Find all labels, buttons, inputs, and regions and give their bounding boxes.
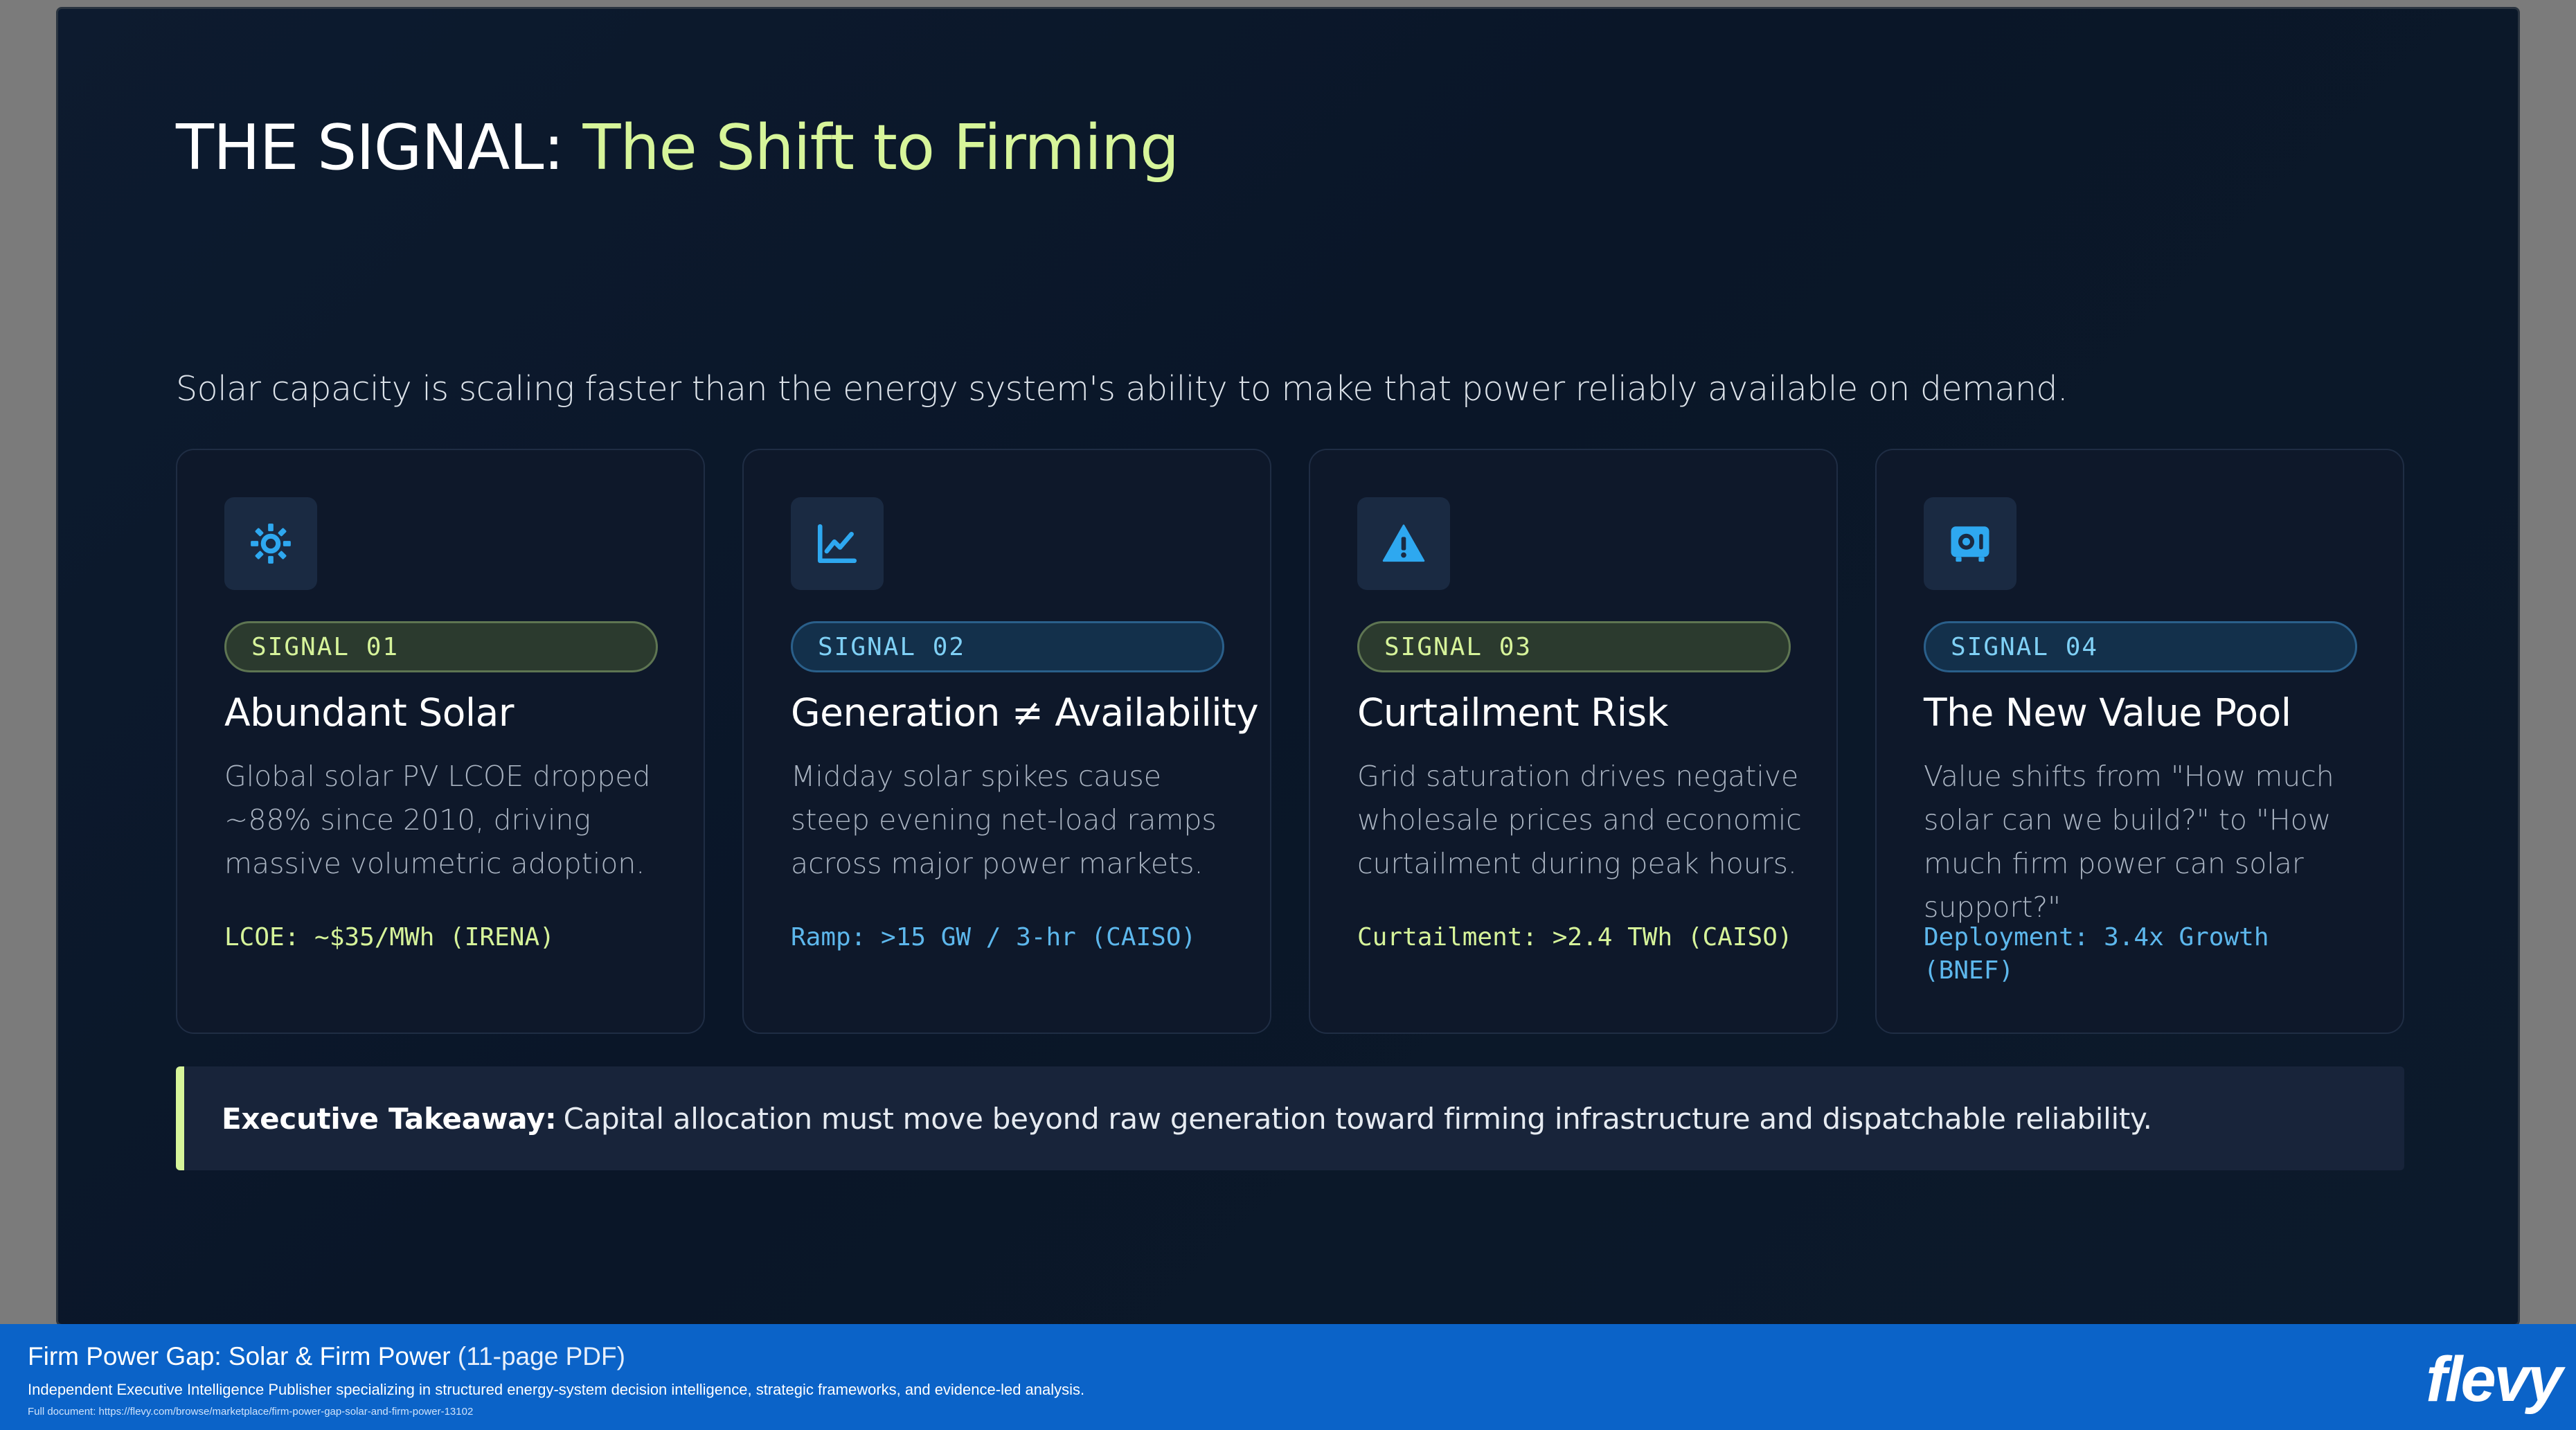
sun-gear-icon — [251, 524, 291, 564]
card-description: Midday solar spikes cause steep evening … — [791, 760, 1217, 880]
signal-card-4: SIGNAL 04 The New Value Pool Value shift… — [1875, 449, 2404, 1034]
card-title: Curtailment Risk — [1357, 690, 1669, 735]
slide-title-highlight: The Shift to Firming — [582, 111, 1180, 184]
footer-title[interactable]: Firm Power Gap: Solar & Firm Power (11-p… — [28, 1342, 625, 1371]
signal-tag: SIGNAL 01 — [224, 621, 658, 672]
vault-icon — [1951, 526, 1989, 562]
card-description: Value shifts from "How much solar can we… — [1924, 760, 2334, 924]
card-metric: Curtailment: >2.4 TWh (CAISO) — [1357, 923, 1793, 951]
footer-banner: Firm Power Gap: Solar & Firm Power (11-p… — [0, 1324, 2576, 1430]
footer-document-link[interactable]: Full document: https://flevy.com/browse/… — [28, 1406, 473, 1418]
signal-card-1: SIGNAL 01 Abundant Solar Global solar PV… — [176, 449, 705, 1034]
card-title: The New Value Pool — [1924, 690, 2291, 735]
card-metric: Deployment: 3.4x Growth (BNEF) — [1924, 923, 2269, 985]
card-icon-box — [791, 497, 884, 590]
slide: THE SIGNAL: The Shift to Firming Solar c… — [56, 7, 2520, 1326]
footer-title-suffix: (11-page PDF) — [457, 1342, 625, 1370]
signal-card-2: SIGNAL 02 Generation ≠ Availability Midd… — [742, 449, 1271, 1034]
card-metric: Ramp: >15 GW / 3-hr (CAISO) — [791, 923, 1197, 951]
footer-document-title[interactable]: Firm Power Gap: Solar & Firm Power — [28, 1342, 451, 1370]
flevy-logo[interactable]: flevy — [2426, 1343, 2563, 1416]
card-icon-box — [1357, 497, 1450, 590]
card-title: Abundant Solar — [224, 690, 514, 735]
card-icon-box — [1924, 497, 2016, 590]
executive-takeaway: Executive Takeaway: Capital allocation m… — [176, 1066, 2404, 1170]
signal-tag: SIGNAL 02 — [791, 621, 1224, 672]
signal-card-3: SIGNAL 03 Curtailment Risk Grid saturati… — [1309, 449, 1838, 1034]
takeaway-label: Executive Takeaway: — [222, 1101, 557, 1136]
slide-title: THE SIGNAL: The Shift to Firming — [176, 111, 1179, 184]
card-description: Global solar PV LCOE dropped ~88% since … — [224, 760, 651, 880]
slide-subtitle: Solar capacity is scaling faster than th… — [176, 369, 2068, 409]
line-chart-icon — [817, 524, 857, 564]
card-metric: LCOE: ~$35/MWh (IRENA) — [224, 923, 555, 951]
slide-title-prefix: THE SIGNAL: — [176, 111, 564, 184]
signal-tag: SIGNAL 03 — [1357, 621, 1791, 672]
card-description: Grid saturation drives negative wholesal… — [1357, 760, 1802, 880]
takeaway-text: Capital allocation must move beyond raw … — [563, 1101, 2152, 1136]
footer-description: Independent Executive Intelligence Publi… — [28, 1381, 1085, 1398]
card-icon-box — [224, 497, 317, 590]
warning-triangle-icon — [1382, 524, 1425, 562]
signal-tag: SIGNAL 04 — [1924, 621, 2357, 672]
card-title: Generation ≠ Availability — [791, 690, 1259, 735]
